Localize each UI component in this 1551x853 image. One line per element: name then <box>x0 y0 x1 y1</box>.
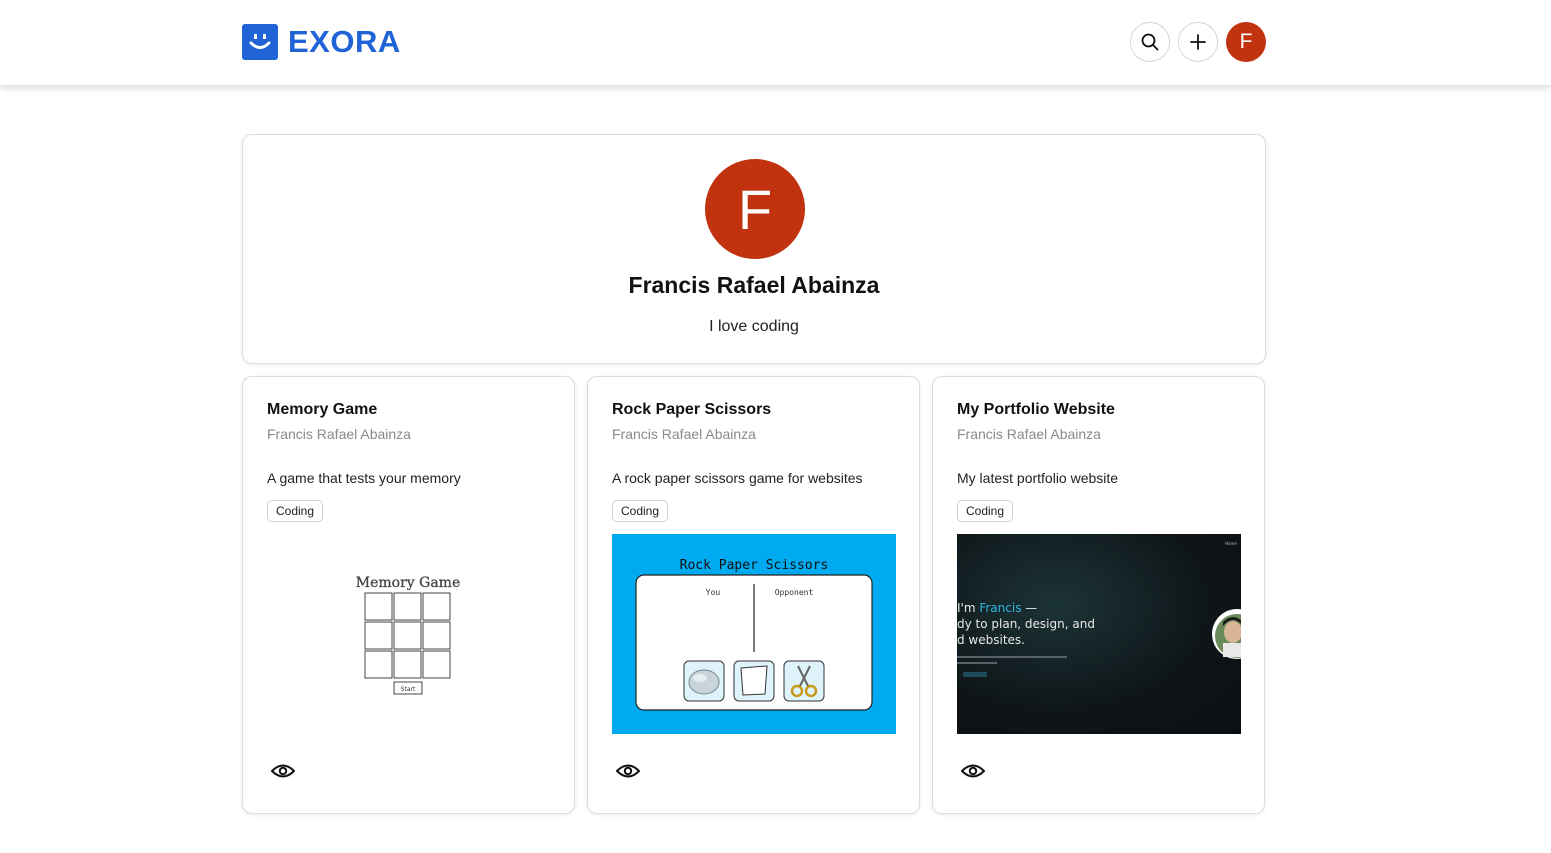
thumb-line3: d websites. <box>957 633 1025 647</box>
profile-bio: I love coding <box>709 318 799 335</box>
project-tag: Coding <box>267 500 324 522</box>
project-author: Francis Rafael Abainza <box>957 426 1101 442</box>
portfolio-avatar-photo <box>1212 609 1241 659</box>
thumb-line1-suffix: — <box>1021 601 1037 615</box>
paper-choice-icon <box>733 660 775 702</box>
project-thumbnail[interactable]: Home I'm Francis — dy to plan, design, a… <box>957 534 1241 734</box>
smile-logo-icon <box>242 24 278 60</box>
profile-name: Francis Rafael Abainza <box>628 272 880 298</box>
thumb-heading: Memory Game <box>356 575 460 591</box>
project-author: Francis Rafael Abainza <box>612 426 756 442</box>
thumb-start-label: Start <box>401 686 416 693</box>
profile-card: F Francis Rafael Abainza I love coding <box>242 134 1266 364</box>
thumb-heading: Rock Paper Scissors <box>680 558 829 573</box>
add-project-button[interactable] <box>1178 22 1218 62</box>
brand-logo-link[interactable]: EXORA <box>242 24 401 60</box>
project-title[interactable]: Rock Paper Scissors <box>612 401 771 419</box>
project-thumbnail[interactable]: Memory Game Start <box>267 534 551 734</box>
project-card-memory-game[interactable]: Memory Game Francis Rafael Abainza A gam… <box>242 376 575 814</box>
project-card-rock-paper-scissors[interactable]: Rock Paper Scissors Francis Rafael Abain… <box>587 376 920 814</box>
scissors-choice-icon <box>783 660 825 702</box>
thumb-line2: dy to plan, design, and <box>957 617 1095 631</box>
top-navbar: EXORA F <box>0 0 1551 86</box>
project-card-portfolio-website[interactable]: My Portfolio Website Francis Rafael Abai… <box>932 376 1265 814</box>
thumb-opponent-label: Opponent <box>775 588 814 597</box>
thumb-line1-name: Francis <box>979 601 1021 615</box>
profile-avatar: F <box>705 159 805 259</box>
user-avatar-button[interactable]: F <box>1226 22 1266 62</box>
view-eye-icon[interactable] <box>271 763 295 779</box>
plus-icon <box>1190 34 1206 50</box>
thumb-line1-prefix: I'm <box>957 601 979 615</box>
thumb-nav-item: Home <box>1225 541 1237 546</box>
svg-text:I'm Francis —: I'm Francis — <box>957 601 1037 615</box>
view-eye-icon[interactable] <box>616 763 640 779</box>
project-author: Francis Rafael Abainza <box>267 426 411 442</box>
project-tag: Coding <box>612 500 669 522</box>
project-title[interactable]: Memory Game <box>267 401 377 419</box>
view-eye-icon[interactable] <box>961 763 985 779</box>
rock-choice-icon <box>683 660 725 702</box>
thumb-you-label: You <box>706 588 721 597</box>
search-icon <box>1141 33 1159 51</box>
project-thumbnail[interactable]: Rock Paper Scissors You Opponent <box>612 534 896 734</box>
search-button[interactable] <box>1130 22 1170 62</box>
project-tag: Coding <box>957 500 1014 522</box>
brand-name: EXORA <box>288 24 401 59</box>
project-description: A rock paper scissors game for websites <box>612 470 863 486</box>
project-description: A game that tests your memory <box>267 470 461 486</box>
project-description: My latest portfolio website <box>957 470 1119 486</box>
project-title[interactable]: My Portfolio Website <box>957 401 1115 419</box>
